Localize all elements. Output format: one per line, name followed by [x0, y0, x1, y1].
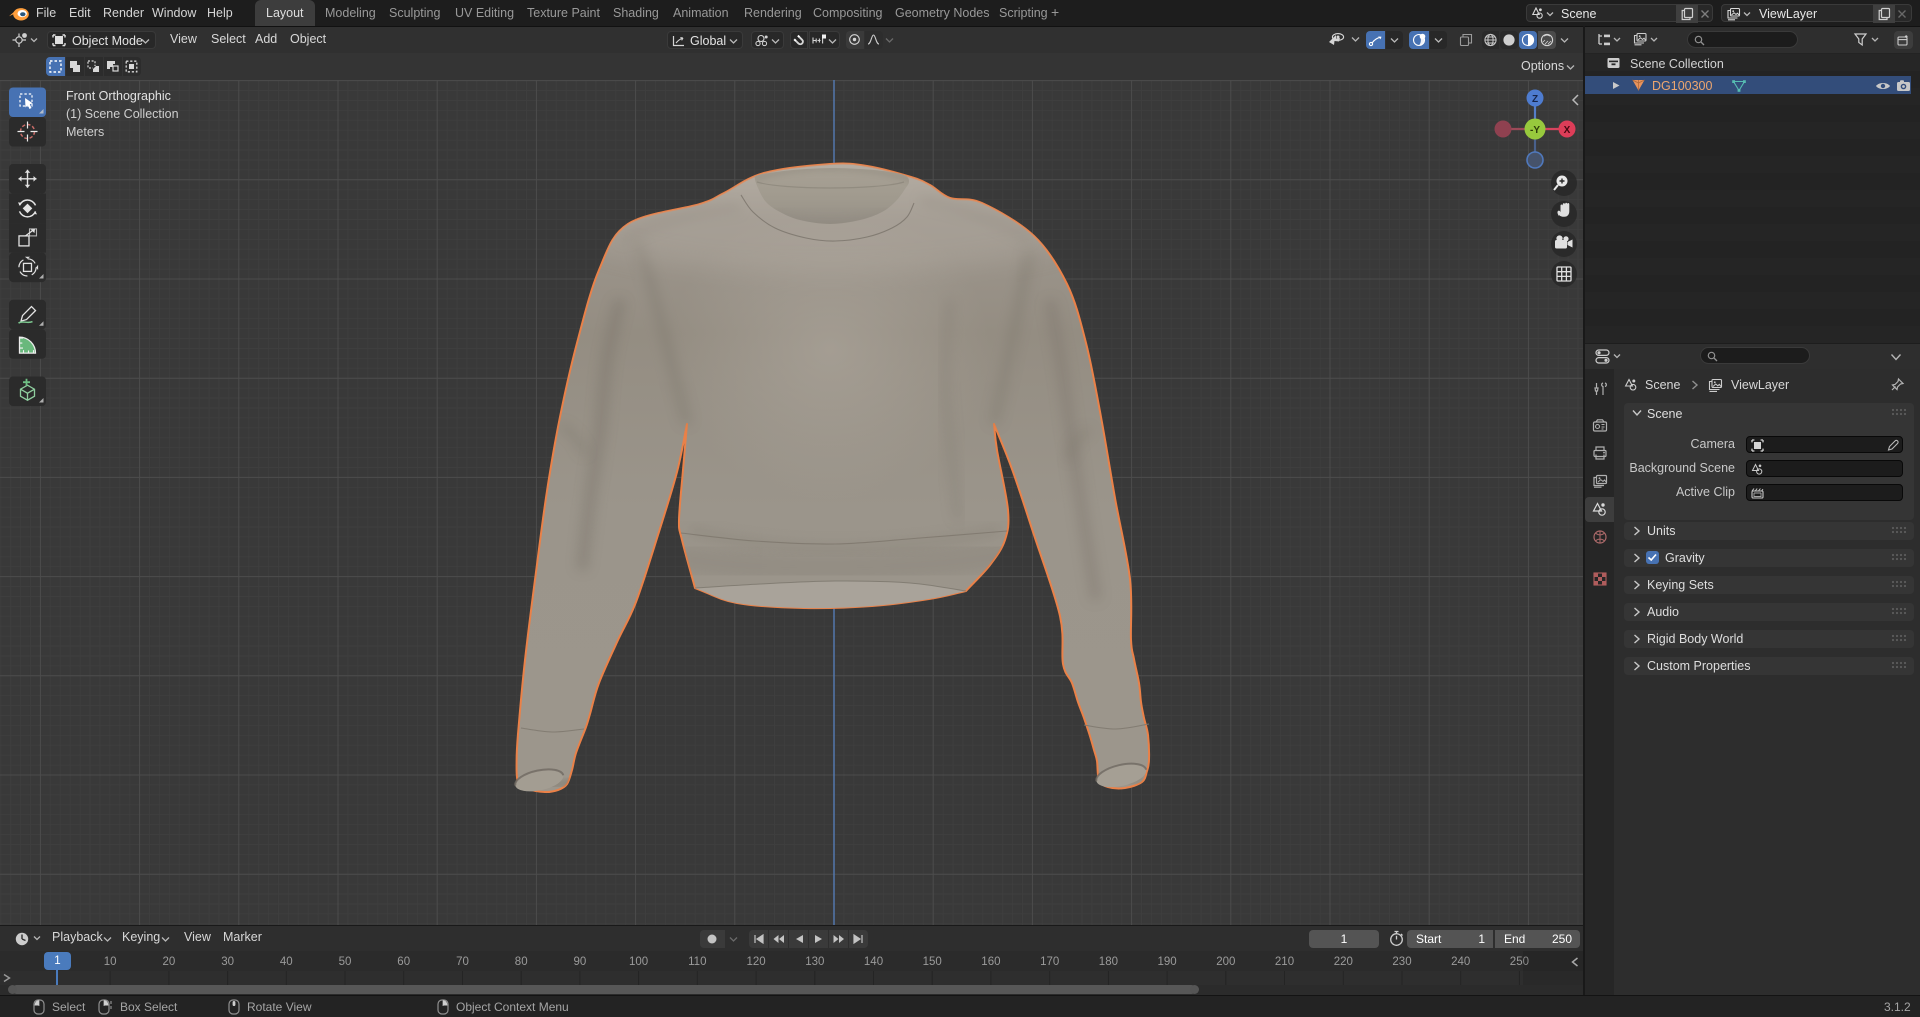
svg-text:140: 140 — [864, 956, 883, 968]
svg-text:30: 30 — [221, 956, 234, 968]
svg-text:Meters: Meters — [66, 125, 104, 139]
svg-text:170: 170 — [1040, 956, 1059, 968]
svg-text:40: 40 — [280, 956, 293, 968]
svg-text:Front Orthographic: Front Orthographic — [66, 89, 171, 103]
svg-text:200: 200 — [1216, 956, 1235, 968]
svg-text:240: 240 — [1451, 956, 1470, 968]
svg-text:70: 70 — [456, 956, 469, 968]
svg-text:160: 160 — [981, 956, 1000, 968]
svg-text:210: 210 — [1275, 956, 1294, 968]
svg-text:110: 110 — [688, 956, 706, 968]
svg-text:-Y: -Y — [1530, 125, 1540, 136]
svg-text:60: 60 — [397, 956, 410, 968]
svg-text:(1) Scene Collection: (1) Scene Collection — [66, 107, 179, 121]
svg-text:10: 10 — [104, 956, 117, 968]
svg-text:50: 50 — [339, 956, 352, 968]
svg-text:90: 90 — [574, 956, 587, 968]
svg-text:130: 130 — [805, 956, 824, 968]
svg-text:150: 150 — [923, 956, 942, 968]
svg-text:180: 180 — [1099, 956, 1118, 968]
svg-text:Z: Z — [1532, 94, 1538, 105]
svg-text:220: 220 — [1334, 956, 1353, 968]
svg-text:20: 20 — [163, 956, 176, 968]
svg-text:100: 100 — [629, 956, 648, 968]
svg-text:230: 230 — [1392, 956, 1411, 968]
svg-text:X: X — [1564, 125, 1571, 136]
svg-text:120: 120 — [747, 956, 766, 968]
svg-text:80: 80 — [515, 956, 528, 968]
svg-text:190: 190 — [1158, 956, 1177, 968]
